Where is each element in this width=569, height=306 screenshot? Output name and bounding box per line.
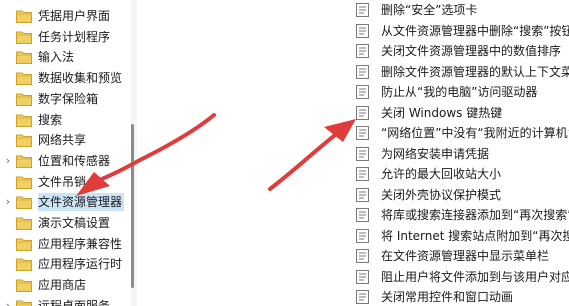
setting-item-label: 关闭文件资源管理器中的数值排序 — [381, 44, 562, 58]
tree-item[interactable]: 应用商店 — [0, 275, 131, 295]
policy-setting-icon — [356, 208, 369, 222]
tree-item[interactable]: › 文件资源管理器 — [0, 192, 131, 212]
folder-icon — [16, 300, 32, 306]
policy-setting-icon — [356, 269, 369, 284]
folder-icon — [16, 114, 32, 127]
policy-setting-icon — [356, 290, 369, 304]
tree-item-label: 文件资源管理器 — [38, 193, 125, 212]
setting-item[interactable]: 将库或搜索连接器添加到“再次搜索” — [353, 205, 569, 225]
policy-setting-icon — [356, 23, 369, 38]
setting-item[interactable]: 在文件资源管理器中显示菜单栏 — [353, 246, 569, 266]
policy-setting-icon — [356, 126, 369, 140]
folder-icon — [16, 238, 32, 251]
setting-item[interactable]: 阻止用户将文件添加到与该用户对应的 — [353, 267, 569, 287]
folder-icon — [16, 279, 32, 293]
policy-setting-icon — [356, 64, 369, 79]
setting-item-label: 关闭外壳协议保护模式 — [381, 187, 502, 202]
policy-setting-icon — [356, 3, 369, 17]
tree-item[interactable]: 数据收集和预览 — [0, 68, 131, 88]
tree-item-label: 输入法 — [38, 50, 75, 65]
folder-icon — [16, 72, 32, 86]
tree-item-label: 网络共享 — [38, 133, 87, 148]
tree-item-label: 应用程序兼容性 — [38, 236, 123, 251]
setting-item-label: 从文件资源管理器中删除“搜索”按钮 — [381, 23, 569, 38]
tree-item[interactable]: 搜索 — [0, 110, 131, 130]
setting-item[interactable]: 防止从“我的电脑”访问驱动器 — [353, 82, 569, 102]
setting-item-label: “网络位置”中没有“我附近的计算机” — [381, 126, 569, 140]
tree-item[interactable]: 演示文稿设置 — [0, 213, 131, 233]
tree-item[interactable]: › 远程桌面服务 — [0, 296, 131, 306]
setting-item-label: 将 Internet 搜索站点附加到“再次搜索” — [381, 228, 569, 243]
setting-item-label: 关闭 Windows 键热键 — [381, 105, 503, 120]
folder-icon — [16, 31, 32, 44]
tree-item[interactable]: 网络共享 — [0, 130, 131, 150]
setting-item-label: 关闭常用控件和窗口动画 — [381, 290, 514, 304]
policy-setting-icon — [356, 44, 369, 58]
settings-list: 删除“安全”选项卡从文件资源管理器中删除“搜索”按钮 关闭文件资源管理器中的数值排… — [353, 0, 569, 306]
policy-setting-icon — [356, 85, 369, 99]
setting-item[interactable]: 删除“安全”选项卡 — [353, 0, 569, 20]
policy-setting-icon — [356, 249, 369, 263]
tree-scrollbar-thumb[interactable] — [131, 124, 134, 288]
chevron-right-icon[interactable]: › — [3, 192, 13, 212]
policy-setting-icon — [356, 146, 369, 161]
setting-item[interactable]: 从文件资源管理器中删除“搜索”按钮 — [353, 21, 569, 41]
policy-setting-icon — [356, 228, 369, 243]
tree-item[interactable]: 应用程序运行时 — [0, 254, 131, 274]
folder-icon — [16, 51, 32, 65]
setting-item-label: 阻止用户将文件添加到与该用户对应的 — [381, 269, 569, 284]
tree-item-label: 应用程序运行时 — [38, 257, 123, 272]
setting-item-label: 删除文件资源管理器的默认上下文菜单 — [381, 64, 569, 79]
setting-item[interactable]: 允许的最大回收站大小 — [353, 164, 569, 184]
arrow-to-setting-item — [268, 119, 356, 191]
tree-item-label: 凭据用户界面 — [38, 9, 111, 23]
tree-item-label: 文件吊销 — [38, 174, 87, 189]
policy-setting-icon — [356, 167, 369, 181]
tree-item-label: 演示文稿设置 — [38, 216, 111, 230]
setting-item[interactable]: 为网络安装申请凭据 — [353, 144, 569, 164]
setting-item-label: 为网络安装申请凭据 — [381, 146, 490, 161]
tree-item[interactable]: 任务计划程序 — [0, 27, 131, 47]
setting-item[interactable]: 关闭外壳协议保护模式 — [353, 185, 569, 205]
tree-item[interactable]: 输入法 — [0, 47, 131, 67]
tree-item-label: 远程桌面服务 — [38, 298, 111, 306]
chevron-right-icon[interactable]: › — [3, 296, 13, 306]
tree-item-label: 搜索 — [38, 112, 63, 127]
setting-item-label: 防止从“我的电脑”访问驱动器 — [381, 85, 538, 99]
folder-icon — [16, 217, 32, 230]
setting-item-label: 删除“安全”选项卡 — [381, 3, 478, 17]
tree-item-label: 数据收集和预览 — [38, 71, 123, 86]
tree-item[interactable]: 凭据用户界面 — [0, 6, 131, 26]
folder-icon — [16, 196, 32, 210]
setting-item[interactable]: 删除文件资源管理器的默认上下文菜单 — [353, 62, 569, 82]
chevron-right-icon[interactable]: › — [3, 151, 13, 171]
setting-item-label: 将库或搜索连接器添加到“再次搜索” — [381, 208, 569, 222]
setting-item-label: 允许的最大回收站大小 — [381, 167, 502, 181]
setting-item[interactable]: 将 Internet 搜索站点附加到“再次搜索” — [353, 226, 569, 246]
policy-setting-icon — [356, 105, 369, 120]
folder-icon — [16, 134, 32, 148]
folder-tree: 凭据用户界面 任务计划程序 输入法数据收集和预览 数字保险箱搜索网络共享 › 位置和传感器… — [0, 0, 131, 306]
folder-icon — [16, 258, 32, 272]
policy-setting-icon — [356, 187, 369, 202]
setting-item[interactable]: “网络位置”中没有“我附近的计算机” — [353, 123, 569, 143]
setting-item[interactable]: 关闭文件资源管理器中的数值排序 — [353, 41, 569, 61]
tree-item[interactable]: 数字保险箱 — [0, 89, 131, 109]
tree-item-label: 位置和传感器 — [38, 153, 111, 168]
tree-item-label: 数字保险箱 — [38, 91, 99, 106]
setting-item-label: 在文件资源管理器中显示菜单栏 — [381, 249, 550, 263]
folder-icon — [16, 93, 32, 106]
folder-icon — [16, 176, 32, 189]
tree-item[interactable]: 应用程序兼容性 — [0, 234, 131, 254]
tree-item-label: 任务计划程序 — [38, 29, 111, 44]
setting-item[interactable]: 关闭常用控件和窗口动画 — [353, 287, 569, 306]
folder-icon — [16, 10, 32, 23]
tree-item[interactable]: 文件吊销 — [0, 172, 131, 192]
tree-item[interactable]: › 位置和传感器 — [0, 151, 131, 171]
folder-icon — [16, 155, 32, 168]
tree-item-label: 应用商店 — [38, 278, 87, 293]
setting-item[interactable]: 关闭 Windows 键热键 — [353, 103, 569, 123]
